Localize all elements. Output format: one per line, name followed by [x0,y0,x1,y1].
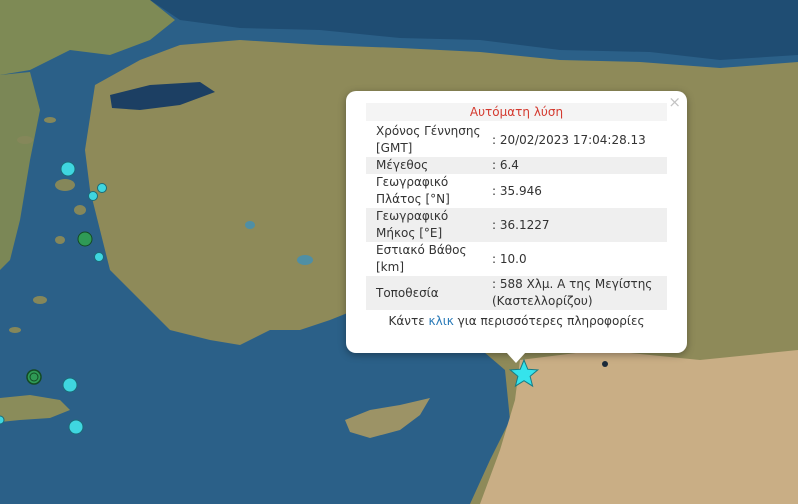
row-value-longitude: : 36.1227 [482,208,667,242]
earthquake-marker[interactable] [88,191,98,201]
earthquake-marker[interactable] [60,161,76,177]
row-label-magnitude: Μέγεθος [366,157,482,174]
more-info-suffix: για περισσότερες πληροφορίες [453,314,645,328]
more-info-line: Κάντε κλικ για περισσότερες πληροφορίες [366,314,667,328]
more-info-link[interactable]: κλικ [429,314,454,328]
row-value-origin-time: : 20/02/2023 17:04:28.13 [492,132,646,147]
earthquake-popup: × Αυτόματη λύση Χρόνος Γέννησης [GMT] : … [346,91,687,363]
row-value-location: : 588 Χλμ. Α της Μεγίστης (Καστελλορίζου… [482,276,667,310]
popup-tip [506,352,526,363]
row-value-depth: : 10.0 [492,251,527,266]
table-row: Τοποθεσία : 588 Χλμ. Α της Μεγίστης (Κασ… [366,276,667,310]
row-label-longitude: Γεωγραφικό Μήκος [°E] [366,208,482,242]
table-row: Γεωγραφικό Μήκος [°E] : 36.1227 [366,208,667,242]
earthquake-marker[interactable] [0,415,5,425]
table-row: Χρόνος Γέννησης [GMT] : 20/02/2023 17:04… [366,123,667,157]
row-label-location: Τοποθεσία [366,276,482,310]
row-value-latitude: : 35.946 [492,183,542,198]
table-row: Γεωγραφικό Πλάτος [°N] : 35.946 [366,174,667,208]
table-row: Εστιακό Βάθος [km] : 10.0 [366,242,667,276]
earthquake-marker[interactable] [62,377,78,393]
popup-title: Αυτόματη λύση [366,103,667,121]
close-icon[interactable]: × [668,93,681,111]
table-row: Μέγεθος : 6.4 [366,157,667,174]
earthquake-marker[interactable] [68,419,84,435]
more-info-prefix: Κάντε [388,314,429,328]
row-value-magnitude: : 6.4 [482,157,667,174]
earthquake-marker[interactable] [77,231,93,247]
row-label-origin-time: Χρόνος Γέννησης [GMT] [376,124,481,155]
earthquake-marker[interactable] [26,369,42,385]
row-label-depth: Εστιακό Βάθος [km] [376,243,467,274]
earthquake-marker[interactable] [94,252,104,262]
row-label-latitude: Γεωγραφικό Πλάτος [°N] [376,175,450,206]
earthquake-details-table: Χρόνος Γέννησης [GMT] : 20/02/2023 17:04… [366,123,667,310]
map-canvas[interactable]: × Αυτόματη λύση Χρόνος Γέννησης [GMT] : … [0,0,798,504]
earthquake-marker[interactable] [97,183,107,193]
